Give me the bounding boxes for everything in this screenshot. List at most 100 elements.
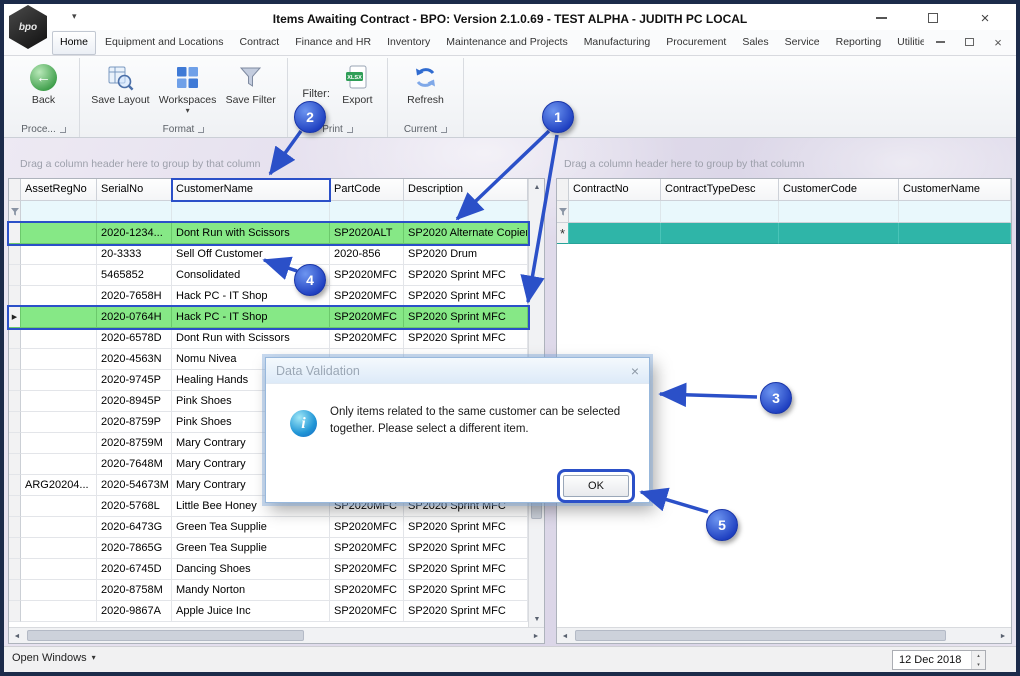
new-contract-row[interactable]: *	[557, 223, 1011, 244]
open-windows-button[interactable]: Open Windows ▾	[12, 652, 96, 664]
cell-asset[interactable]	[21, 307, 97, 328]
cell-serial[interactable]: 2020-7648M	[97, 454, 172, 475]
cell-serial[interactable]: 20-3333	[97, 244, 172, 265]
scroll-right-icon[interactable]: ►	[995, 628, 1011, 644]
save-filter-button[interactable]: Save Filter	[226, 60, 276, 106]
cell-serial[interactable]: 2020-6578D	[97, 328, 172, 349]
cell-serial[interactable]: 2020-9745P	[97, 370, 172, 391]
cell-desc[interactable]: SP2020 Sprint MFC	[404, 307, 528, 328]
table-row[interactable]: 20-3333 Sell Off Customer 2020-856 SP2020 D…	[9, 244, 528, 265]
cell-desc[interactable]: SP2020 Drum	[404, 244, 528, 265]
filter-cell-serialno[interactable]	[97, 201, 172, 223]
cell-desc[interactable]: SP2020 Sprint MFC	[404, 559, 528, 580]
ok-button[interactable]: OK	[557, 469, 635, 503]
dialog-launcher-icon[interactable]	[441, 126, 448, 133]
cell-customer[interactable]: Apple Juice Inc	[172, 601, 330, 622]
cell-customer[interactable]: Green Tea Supplie	[172, 517, 330, 538]
cell-part[interactable]: SP2020MFC	[330, 286, 404, 307]
cell-customer[interactable]: Dont Run with Scissors	[172, 223, 330, 244]
cell-part[interactable]: SP2020MFC	[330, 559, 404, 580]
cell-serial[interactable]: 5465852	[97, 265, 172, 286]
filter-cell-contractno[interactable]	[569, 201, 661, 223]
column-header-partcode[interactable]: PartCode	[330, 179, 404, 201]
cell-serial[interactable]: 2020-7658H	[97, 286, 172, 307]
dialog-close-icon[interactable]: ×	[631, 363, 639, 379]
scroll-left-icon[interactable]: ◄	[9, 628, 25, 644]
cell-asset[interactable]	[21, 223, 97, 244]
column-header-customername[interactable]: CustomerName	[171, 178, 331, 202]
cell-serial[interactable]: 2020-8758M	[97, 580, 172, 601]
cell-asset[interactable]	[21, 349, 97, 370]
cell-desc[interactable]: SP2020 Sprint MFC	[404, 265, 528, 286]
cell-desc[interactable]: SP2020 Sprint MFC	[404, 286, 528, 307]
cell-part[interactable]: SP2020MFC	[330, 265, 404, 286]
cell-customer[interactable]: Hack PC - IT Shop	[172, 307, 330, 328]
cell-desc[interactable]: SP2020 Sprint MFC	[404, 601, 528, 622]
filter-cell-assetregno[interactable]	[21, 201, 97, 223]
cell-asset[interactable]	[21, 601, 97, 622]
column-header-assetregno[interactable]: AssetRegNo	[21, 179, 97, 201]
workspaces-button[interactable]: Workspaces ▾	[159, 60, 216, 115]
menu-tab-maintenance-and-projects[interactable]: Maintenance and Projects	[439, 31, 574, 55]
menu-tab-sales[interactable]: Sales	[735, 31, 775, 55]
cell-serial[interactable]: 2020-8759M	[97, 433, 172, 454]
cell-serial[interactable]: 2020-9867A	[97, 601, 172, 622]
save-layout-button[interactable]: Save Layout	[91, 60, 150, 106]
cell-serial[interactable]: 2020-6473G	[97, 517, 172, 538]
cell-serial[interactable]: 2020-8945P	[97, 391, 172, 412]
date-picker[interactable]: 12 Dec 2018 ▴ ▾	[892, 650, 986, 670]
cell-asset[interactable]	[21, 328, 97, 349]
cell-asset[interactable]	[21, 433, 97, 454]
cell-part[interactable]: SP2020MFC	[330, 580, 404, 601]
cell-part[interactable]: SP2020MFC	[330, 328, 404, 349]
menu-tab-inventory[interactable]: Inventory	[380, 31, 437, 55]
cell-asset[interactable]	[21, 580, 97, 601]
cell-part[interactable]: 2020-856	[330, 244, 404, 265]
cell-asset[interactable]	[21, 286, 97, 307]
filter-cell-description[interactable]	[404, 201, 528, 223]
cell-customercode[interactable]	[779, 223, 899, 244]
cell-asset[interactable]	[21, 454, 97, 475]
cell-asset[interactable]	[21, 538, 97, 559]
column-header-description[interactable]: Description	[404, 179, 528, 201]
menu-tab-manufacturing[interactable]: Manufacturing	[577, 31, 658, 55]
cell-serial[interactable]: 2020-7865G	[97, 538, 172, 559]
back-button[interactable]: ← Back	[30, 60, 57, 106]
cell-part[interactable]: SP2020MFC	[330, 307, 404, 328]
spinner-down-icon[interactable]: ▾	[972, 660, 985, 669]
cell-contracttypedesc[interactable]	[661, 223, 779, 244]
cell-serial[interactable]: 2020-5768L	[97, 496, 172, 517]
scroll-down-icon[interactable]: ▼	[529, 611, 545, 627]
column-header-contracttypedesc[interactable]: ContractTypeDesc	[661, 179, 779, 201]
cell-part[interactable]: SP2020MFC	[330, 517, 404, 538]
cell-desc[interactable]: SP2020 Sprint MFC	[404, 580, 528, 601]
cell-customer[interactable]: Green Tea Supplie	[172, 538, 330, 559]
refresh-button[interactable]: Refresh	[407, 60, 444, 106]
cell-asset[interactable]: ARG20204...	[21, 475, 97, 496]
maximize-button[interactable]	[920, 10, 946, 26]
menu-tab-contract[interactable]: Contract	[233, 31, 287, 55]
cell-desc[interactable]: SP2020 Alternate Copier	[404, 223, 528, 244]
cell-part[interactable]: SP2020MFC	[330, 538, 404, 559]
quick-access-chevron-icon[interactable]: ▾	[72, 11, 77, 22]
filter-cell-customername[interactable]	[172, 201, 330, 223]
table-row[interactable]: 2020-7865G Green Tea Supplie SP2020MFC SP20…	[9, 538, 528, 559]
cell-serial[interactable]: 2020-6745D	[97, 559, 172, 580]
close-button[interactable]: ×	[972, 10, 998, 27]
cell-desc[interactable]: SP2020 Sprint MFC	[404, 517, 528, 538]
cell-customer[interactable]: Dont Run with Scissors	[172, 328, 330, 349]
menu-tab-reporting[interactable]: Reporting	[829, 31, 889, 55]
cell-contractno[interactable]	[569, 223, 661, 244]
table-row[interactable]: ▶ 2020-0764H Hack PC - IT Shop SP2020MFC SP2…	[7, 305, 530, 330]
cell-customername[interactable]	[899, 223, 1011, 244]
filter-cell-customername[interactable]	[899, 201, 1011, 223]
table-row[interactable]: 2020-1234... Dont Run with Scissors SP2020…	[7, 221, 530, 246]
dialog-launcher-icon[interactable]	[346, 126, 353, 133]
menu-tab-service[interactable]: Service	[778, 31, 827, 55]
filter-cell-customercode[interactable]	[779, 201, 899, 223]
table-row[interactable]: 2020-6578D Dont Run with Scissors SP2020MF…	[9, 328, 528, 349]
menu-tab-utilities[interactable]: Utilities	[890, 31, 924, 55]
table-row[interactable]: 2020-6745D Dancing Shoes SP2020MFC SP2020 S…	[9, 559, 528, 580]
export-button[interactable]: XLSX Export	[342, 60, 373, 106]
cell-serial[interactable]: 2020-4563N	[97, 349, 172, 370]
